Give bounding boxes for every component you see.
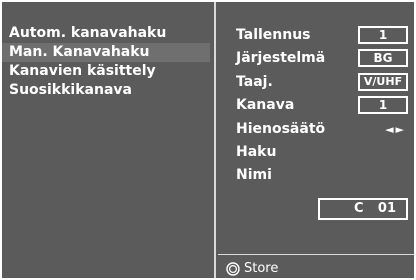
band-label: Taaj. — [236, 73, 273, 90]
main-menu-panel: Autom. kanavahaku Man. Kanavahaku Kanavi… — [2, 2, 210, 278]
setting-row-fine-tune: Hienosäätö ◄► — [218, 118, 414, 141]
setting-row-channel: Kanava 1 — [218, 94, 414, 117]
footer-divider — [218, 254, 414, 255]
channel-label: Kanava — [236, 97, 295, 114]
panel-divider-line — [214, 2, 216, 278]
setting-row-system: Järjestelmä BG — [218, 47, 414, 70]
storage-label: Tallennus — [236, 27, 311, 43]
system-label: Järjestelmä — [236, 50, 326, 67]
setting-row-storage: Tallennus 1 — [218, 24, 414, 47]
manual-search-panel: Tallennus 1 Järjestelmä BG Taaj. V/UHF K… — [218, 2, 414, 278]
channel-name-field[interactable]: C 01 — [318, 198, 408, 220]
system-value[interactable]: BG — [358, 49, 408, 68]
main-menu-list: Autom. kanavahaku Man. Kanavahaku Kanavi… — [2, 24, 210, 100]
osd-menu-frame: Autom. kanavahaku Man. Kanavahaku Kanavi… — [0, 0, 416, 280]
setting-row-band: Taaj. V/UHF — [218, 71, 414, 94]
fine-tune-label: Hienosäätö — [236, 120, 326, 137]
panel-divider — [210, 2, 218, 278]
menu-item-auto-search[interactable]: Autom. kanavahaku — [2, 24, 210, 43]
setting-row-search[interactable]: Haku — [218, 141, 414, 164]
settings-rows: Tallennus 1 Järjestelmä BG Taaj. V/UHF K… — [218, 24, 414, 188]
ok-button-icon — [226, 261, 240, 276]
left-right-arrows-icon[interactable]: ◄► — [385, 118, 406, 141]
store-button[interactable]: Store — [226, 259, 278, 279]
channel-name-prefix: C — [354, 201, 364, 216]
setting-row-name: Nimi — [218, 164, 414, 187]
name-label: Nimi — [236, 167, 272, 184]
storage-value[interactable]: 1 — [358, 26, 408, 44]
menu-item-favourite-channel[interactable]: Suosikkikanava — [2, 81, 210, 100]
band-value[interactable]: V/UHF — [358, 72, 408, 91]
menu-item-channel-edit[interactable]: Kanavien käsittely — [2, 62, 210, 81]
channel-name-number: 01 — [377, 201, 396, 216]
store-label: Store — [244, 261, 279, 276]
search-label: Haku — [236, 143, 277, 160]
menu-item-manual-search[interactable]: Man. Kanavahaku — [2, 43, 210, 62]
channel-value[interactable]: 1 — [358, 96, 408, 115]
